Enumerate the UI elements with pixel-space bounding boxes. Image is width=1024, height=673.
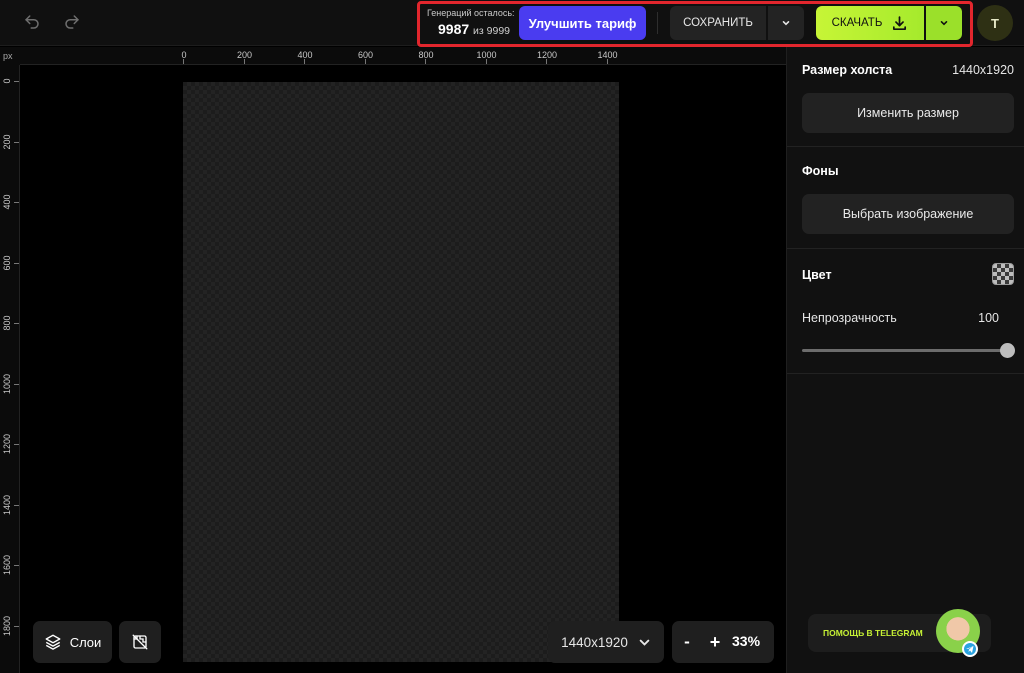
ruler-tick — [14, 262, 19, 264]
zoom-in-button[interactable]: + — [706, 631, 724, 653]
color-swatch[interactable] — [992, 263, 1014, 285]
ruler-tick — [14, 444, 19, 445]
ruler-tick — [14, 141, 19, 143]
ruler-tick — [14, 565, 19, 566]
ruler-label: 1600 — [2, 554, 12, 576]
ruler-tick — [14, 625, 19, 627]
resize-button[interactable]: Изменить размер — [802, 93, 1014, 133]
chevron-down-icon — [782, 21, 790, 26]
ruler-tick — [14, 323, 19, 324]
ruler-label: 1200 — [536, 50, 558, 60]
ruler-tick — [14, 202, 19, 203]
canvas-size-value: 1440x1920 — [561, 634, 628, 650]
ruler-label: 600 — [357, 50, 374, 60]
ruler-label: 200 — [2, 133, 12, 150]
ruler-unit: px — [0, 47, 20, 65]
layers-icon — [45, 634, 61, 650]
ruler-tick — [14, 81, 19, 82]
opacity-value: 100 — [978, 311, 999, 325]
panel-divider — [787, 248, 1024, 249]
chevron-down-icon — [940, 21, 948, 26]
ruler-label: 800 — [418, 50, 434, 60]
undo-icon[interactable] — [20, 10, 44, 34]
opacity-label: Непрозрачность — [802, 311, 897, 325]
ruler-label: 200 — [236, 50, 253, 60]
ruler-label: 1400 — [2, 494, 12, 515]
telegram-icon — [962, 641, 978, 657]
redo-icon[interactable] — [60, 10, 84, 34]
user-avatar[interactable]: T — [977, 5, 1013, 41]
ruler-label: 600 — [2, 254, 12, 271]
ruler-label: 0 — [181, 50, 187, 60]
vertical-ruler: 0 200 400 600 800 1000 1200 1400 1600 1800 — [0, 65, 20, 673]
toolbar-divider — [657, 12, 658, 34]
horizontal-ruler: 0 200 400 600 800 1000 1200 1400 — [20, 47, 786, 65]
ruler-label: 1200 — [2, 433, 12, 455]
download-label: СКАЧАТЬ — [831, 17, 883, 29]
ruler-label: 800 — [2, 315, 12, 331]
generations-left: 9987 — [438, 21, 470, 37]
ruler-label: 400 — [297, 50, 313, 60]
panel-divider — [787, 373, 1024, 374]
opacity-slider-thumb[interactable] — [1000, 343, 1015, 358]
zoom-control: - + 33% — [672, 621, 774, 663]
canvas-size-readout: 1440x1920 — [952, 63, 1014, 77]
zoom-level: 33% — [732, 633, 761, 649]
ruler-label: 0 — [2, 78, 12, 84]
generations-counter: Генераций осталось: 9987 из 9999 — [424, 6, 516, 40]
ruler-label: 1000 — [2, 373, 12, 394]
generations-label: Генераций осталось: — [427, 8, 515, 18]
color-title: Цвет — [802, 268, 832, 282]
remove-background-button[interactable] — [119, 621, 161, 663]
choose-image-button[interactable]: Выбрать изображение — [802, 194, 1014, 234]
panel-divider — [787, 146, 1024, 147]
upgrade-plan-button[interactable]: Улучшить тариф — [519, 6, 646, 40]
layers-label: Слои — [69, 634, 102, 650]
ruler-tick — [14, 383, 19, 385]
save-button[interactable]: СОХРАНИТЬ — [670, 6, 766, 40]
ruler-label: 1000 — [476, 50, 497, 60]
backgrounds-title: Фоны — [802, 164, 839, 178]
download-options-button[interactable] — [926, 6, 962, 40]
save-options-button[interactable] — [768, 6, 804, 40]
canvas-size-select[interactable]: 1440x1920 — [548, 621, 664, 663]
generations-total: из 9999 — [473, 25, 511, 37]
download-icon — [893, 15, 907, 30]
remove-background-icon — [132, 634, 148, 650]
zoom-out-button[interactable]: - — [678, 631, 696, 653]
ruler-label: 1400 — [597, 50, 618, 60]
transparent-canvas[interactable] — [183, 82, 619, 662]
chevron-down-icon — [639, 639, 650, 646]
opacity-slider[interactable] — [802, 343, 1015, 358]
telegram-help-label: ПОМОЩЬ В TELEGRAM — [823, 628, 923, 638]
download-button[interactable]: СКАЧАТЬ — [816, 6, 924, 40]
ruler-label: 400 — [2, 194, 12, 210]
properties-panel: Размер холста 1440x1920 Изменить размер … — [786, 47, 1024, 673]
canvas-size-title: Размер холста — [802, 63, 893, 77]
generations-count: 9987 из 9999 — [438, 21, 510, 37]
top-toolbar: Генераций осталось: 9987 из 9999 Улучшит… — [0, 0, 1024, 46]
layers-button[interactable]: Слои — [33, 621, 112, 663]
ruler-label: 1800 — [2, 615, 12, 636]
ruler-tick — [14, 504, 19, 506]
